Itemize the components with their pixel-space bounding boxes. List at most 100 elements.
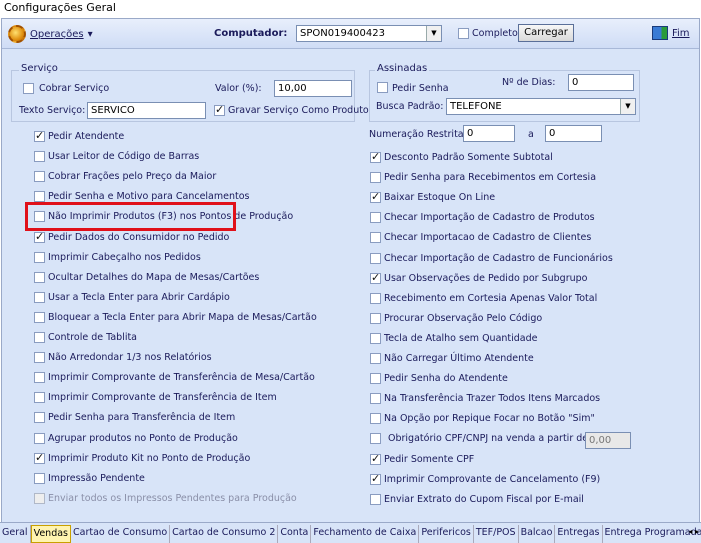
option-checkbox[interactable]	[34, 492, 45, 504]
operations-label: Operações	[30, 28, 84, 40]
option-checkbox[interactable]	[370, 232, 381, 244]
option-checkbox[interactable]	[370, 190, 381, 204]
option-checkbox[interactable]	[34, 372, 45, 384]
option-label: Obrigatório CPF/CNPJ na venda a partir d…	[388, 433, 604, 445]
search-default-label: Busca Padrão:	[376, 101, 444, 112]
tab-2[interactable]: Cartao de Consumo	[71, 525, 171, 543]
option-label: Enviar todos os Impressos Pendentes para…	[48, 492, 297, 504]
tab-3[interactable]: Cartao de Consumo 2	[170, 525, 279, 543]
option-checkbox[interactable]	[370, 472, 381, 485]
option-label: Pedir Dados do Consumidor no Pedido	[48, 231, 230, 243]
option-checkbox[interactable]	[370, 172, 381, 184]
tab-scroll-arrows[interactable]: ◂ ▸	[688, 527, 699, 536]
option-label: Usar Observações de Pedido por Subgrupo	[384, 272, 588, 284]
option-checkbox[interactable]	[34, 271, 45, 283]
config-panel: Operações ▾ Computador: SPON019400423 ▼ …	[1, 18, 700, 523]
option-checkbox[interactable]	[370, 271, 381, 284]
option-label: Ocultar Detalhes do Mapa de Mesas/Cartõe…	[48, 271, 260, 283]
option-checkbox[interactable]	[370, 393, 381, 405]
option-label: Checar Importação de Cadastro de Funcion…	[384, 252, 613, 264]
option-checkbox[interactable]	[370, 212, 381, 224]
tab-10[interactable]: Entrega Programada	[603, 525, 701, 543]
service-legend: Serviço	[19, 63, 60, 74]
option-label: Na Opção por Repique Focar no Botão "Sim…	[384, 413, 595, 425]
option-checkbox[interactable]	[370, 312, 381, 324]
option-checkbox[interactable]	[34, 412, 45, 424]
option-label: Usar Leitor de Código de Barras	[48, 151, 200, 163]
option-checkbox[interactable]	[34, 251, 45, 263]
option-label: Pedir Somente CPF	[384, 453, 475, 465]
cpf-amount-input[interactable]: 0,00	[585, 432, 631, 449]
tab-7[interactable]: TEF/POS	[474, 525, 519, 543]
tab-8[interactable]: Balcao	[519, 525, 556, 543]
days-input[interactable]: 0	[568, 74, 634, 91]
computer-select[interactable]: SPON019400423 ▼	[296, 25, 442, 42]
option-checkbox[interactable]	[370, 353, 381, 364]
load-button[interactable]: Carregar	[518, 24, 574, 42]
option-checkbox[interactable]	[34, 392, 45, 404]
tab-9[interactable]: Entregas	[555, 525, 603, 543]
service-text-label: Texto Serviço:	[19, 105, 86, 116]
option-checkbox[interactable]	[370, 332, 381, 344]
option-label: Na Transferência Trazer Todos Itens Marc…	[384, 393, 601, 405]
option-checkbox[interactable]	[34, 291, 45, 303]
option-label: Pedir Atendente	[48, 131, 125, 142]
tab-0[interactable]: Geral	[0, 525, 31, 543]
signed-password-checkbox[interactable]	[377, 82, 388, 93]
option-checkbox[interactable]	[34, 171, 45, 183]
option-checkbox[interactable]	[34, 352, 45, 364]
tab-4[interactable]: Conta	[278, 525, 312, 543]
option-label: Baixar Estoque On Line	[384, 192, 496, 204]
option-checkbox[interactable]	[370, 452, 381, 465]
option-label: Enviar Extrato do Cupom Fiscal por E-mai…	[384, 493, 584, 505]
option-label: Pedir Senha e Motivo para Cancelamentos	[48, 191, 250, 203]
option-checkbox[interactable]	[34, 311, 45, 323]
service-value-input[interactable]: 10,00	[274, 80, 352, 97]
option-checkbox[interactable]	[370, 373, 381, 385]
option-checkbox[interactable]	[34, 230, 45, 243]
charge-service-label: Cobrar Serviço	[39, 83, 110, 94]
option-label: Impressão Pendente	[48, 472, 145, 484]
option-checkbox[interactable]	[34, 129, 45, 142]
tab-1[interactable]: Vendas	[30, 525, 72, 543]
option-checkbox[interactable]	[34, 151, 45, 163]
chevron-down-icon[interactable]: ▼	[426, 26, 441, 41]
option-label: Pedir Senha para Transferência de Item	[48, 412, 236, 424]
record-service-checkbox[interactable]	[214, 103, 225, 116]
charge-service-checkbox[interactable]	[23, 83, 34, 94]
restricted-to-input[interactable]: 0	[545, 125, 602, 142]
option-checkbox[interactable]	[34, 432, 45, 444]
option-label: Procurar Observação Pelo Código	[384, 312, 543, 324]
restricted-from-input[interactable]: 0	[463, 125, 515, 142]
option-checkbox[interactable]	[34, 332, 45, 343]
exit-button[interactable]: Fim	[652, 26, 690, 40]
option-checkbox[interactable]	[370, 493, 381, 505]
chevron-down-icon[interactable]: ▼	[620, 99, 635, 114]
tab-list: Geral Vendas Cartao de Consumo Cartao de Co…	[0, 525, 701, 543]
tab-6[interactable]: Perifericos	[419, 525, 474, 543]
complete-checkbox[interactable]	[458, 28, 469, 39]
option-checkbox[interactable]	[370, 252, 381, 264]
option-label: Imprimir Comprovante de Transferência de…	[48, 372, 315, 384]
toolbar: Operações ▾ Computador: SPON019400423 ▼ …	[2, 19, 699, 49]
option-checkbox[interactable]	[34, 451, 45, 464]
option-label: Controle de Tablita	[48, 332, 138, 343]
service-text-input[interactable]: SERVICO	[87, 102, 206, 119]
search-default-select[interactable]: TELEFONE ▼	[446, 98, 636, 115]
restricted-numbering-label: Numeração Restrita:	[369, 129, 467, 140]
option-checkbox[interactable]	[370, 150, 381, 163]
option-checkbox[interactable]	[370, 292, 381, 304]
option-label: Agrupar produtos no Ponto de Produção	[48, 432, 238, 444]
option-checkbox[interactable]	[370, 433, 381, 445]
service-value-label: Valor (%):	[215, 83, 262, 94]
operations-menu[interactable]: Operações ▾	[8, 25, 93, 43]
exit-label: Fim	[672, 27, 690, 39]
option-checkbox[interactable]	[34, 472, 45, 484]
record-service-label: Gravar Serviço Como Produto	[228, 105, 369, 116]
tab-5[interactable]: Fechamento de Caixa	[311, 525, 420, 543]
option-label: Recebimento em Cortesia Apenas Valor Tot…	[384, 292, 598, 304]
option-label: Desconto Padrão Somente Subtotal	[384, 152, 553, 163]
option-label: Cobrar Frações pelo Preço da Maior	[48, 171, 217, 183]
option-checkbox[interactable]	[370, 413, 381, 425]
option-checkbox[interactable]	[34, 191, 45, 203]
